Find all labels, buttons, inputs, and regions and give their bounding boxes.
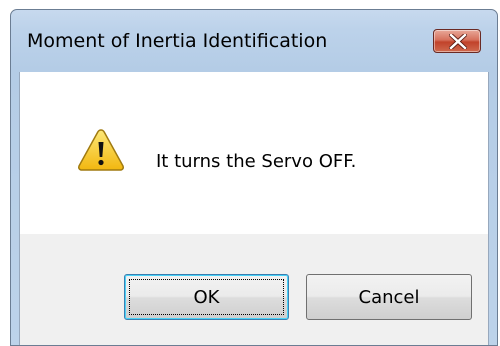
dialog-message: It turns the Servo OFF.	[156, 151, 357, 172]
ok-button[interactable]: OK	[124, 274, 289, 320]
dialog-client-area: It turns the Servo OFF. OK Cancel	[19, 72, 489, 345]
focus-rectangle	[129, 279, 284, 315]
warning-icon	[78, 129, 124, 171]
cancel-button-label: Cancel	[358, 286, 420, 308]
title-bar[interactable]: Moment of Inertia Identification	[11, 10, 497, 72]
message-panel: It turns the Servo OFF.	[20, 72, 488, 234]
close-icon	[449, 34, 467, 49]
dialog-title: Moment of Inertia Identification	[27, 30, 328, 52]
close-button[interactable]	[433, 29, 481, 53]
dialog-window: Moment of Inertia Identification It turn…	[10, 9, 498, 346]
cancel-button[interactable]: Cancel	[306, 274, 472, 320]
